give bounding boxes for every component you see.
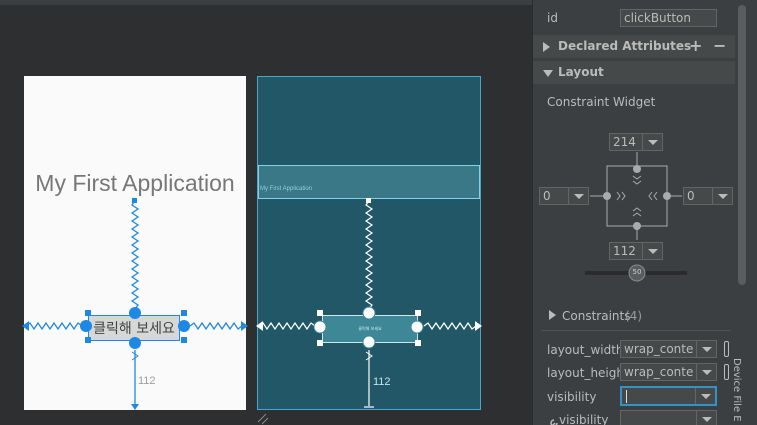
layout-width-label: layout_width: [547, 343, 624, 357]
collapsed-arrow-icon: [549, 310, 556, 320]
design-right-constraint: [189, 321, 243, 331]
width-toggle-icon[interactable]: [724, 341, 729, 357]
design-top-handle: [129, 307, 141, 319]
constraints-count: (4): [625, 309, 642, 323]
design-bottom-handle: [129, 337, 141, 349]
visibility-dropdown[interactable]: [620, 386, 717, 406]
dropdown-arrow-icon: [696, 341, 716, 357]
layout-height-dropdown[interactable]: wrap_content: [620, 363, 717, 381]
tools-visibility-label: visibility: [559, 413, 609, 425]
design-right-handle: [178, 320, 190, 332]
height-toggle-icon[interactable]: [724, 364, 729, 380]
side-tab-label: Device File E: [731, 358, 742, 422]
dropdown-arrow-icon: [696, 364, 716, 380]
divider: [541, 330, 731, 331]
bias-slider-value[interactable]: 50: [630, 268, 644, 276]
blueprint-right-handle: [410, 320, 424, 334]
visibility-label: visibility: [547, 390, 597, 404]
blueprint-bottom-handle: [362, 335, 376, 349]
blueprint-left-constraint: [258, 321, 316, 331]
constraint-overlay: [22, 198, 482, 425]
tools-visibility-dropdown[interactable]: [620, 410, 717, 425]
dropdown-arrow-icon: [696, 411, 716, 425]
blueprint-left-handle: [313, 320, 327, 334]
attributes-panel: id clickButton Declared Attributes + − L…: [532, 0, 757, 425]
design-top-constraint: [130, 200, 140, 310]
blueprint-top-constraint: [364, 200, 374, 310]
layout-editor-canvas[interactable]: My First Application 클릭해 보세요 112 My Firs…: [0, 0, 532, 425]
constraints-label: Constraints: [562, 309, 631, 323]
constraints-row[interactable]: Constraints (4): [533, 306, 735, 326]
blueprint-top-handle: [362, 306, 376, 320]
layout-height-label: layout_height: [547, 366, 629, 380]
design-left-handle: [80, 320, 92, 332]
layout-width-dropdown[interactable]: wrap_content: [620, 340, 717, 358]
dropdown-arrow-icon: [695, 388, 715, 404]
design-left-constraint: [25, 321, 83, 331]
blueprint-right-constraint: [423, 321, 477, 331]
constraint-widget-diagram: [585, 152, 687, 282]
panel-scrollbar[interactable]: [738, 5, 746, 285]
design-top-anchor: [132, 198, 137, 203]
resize-grip-icon: [257, 413, 269, 425]
wrench-icon: [548, 414, 558, 425]
text-cursor: [626, 390, 627, 403]
device-file-explorer-tab[interactable]: Device File E: [731, 340, 757, 425]
